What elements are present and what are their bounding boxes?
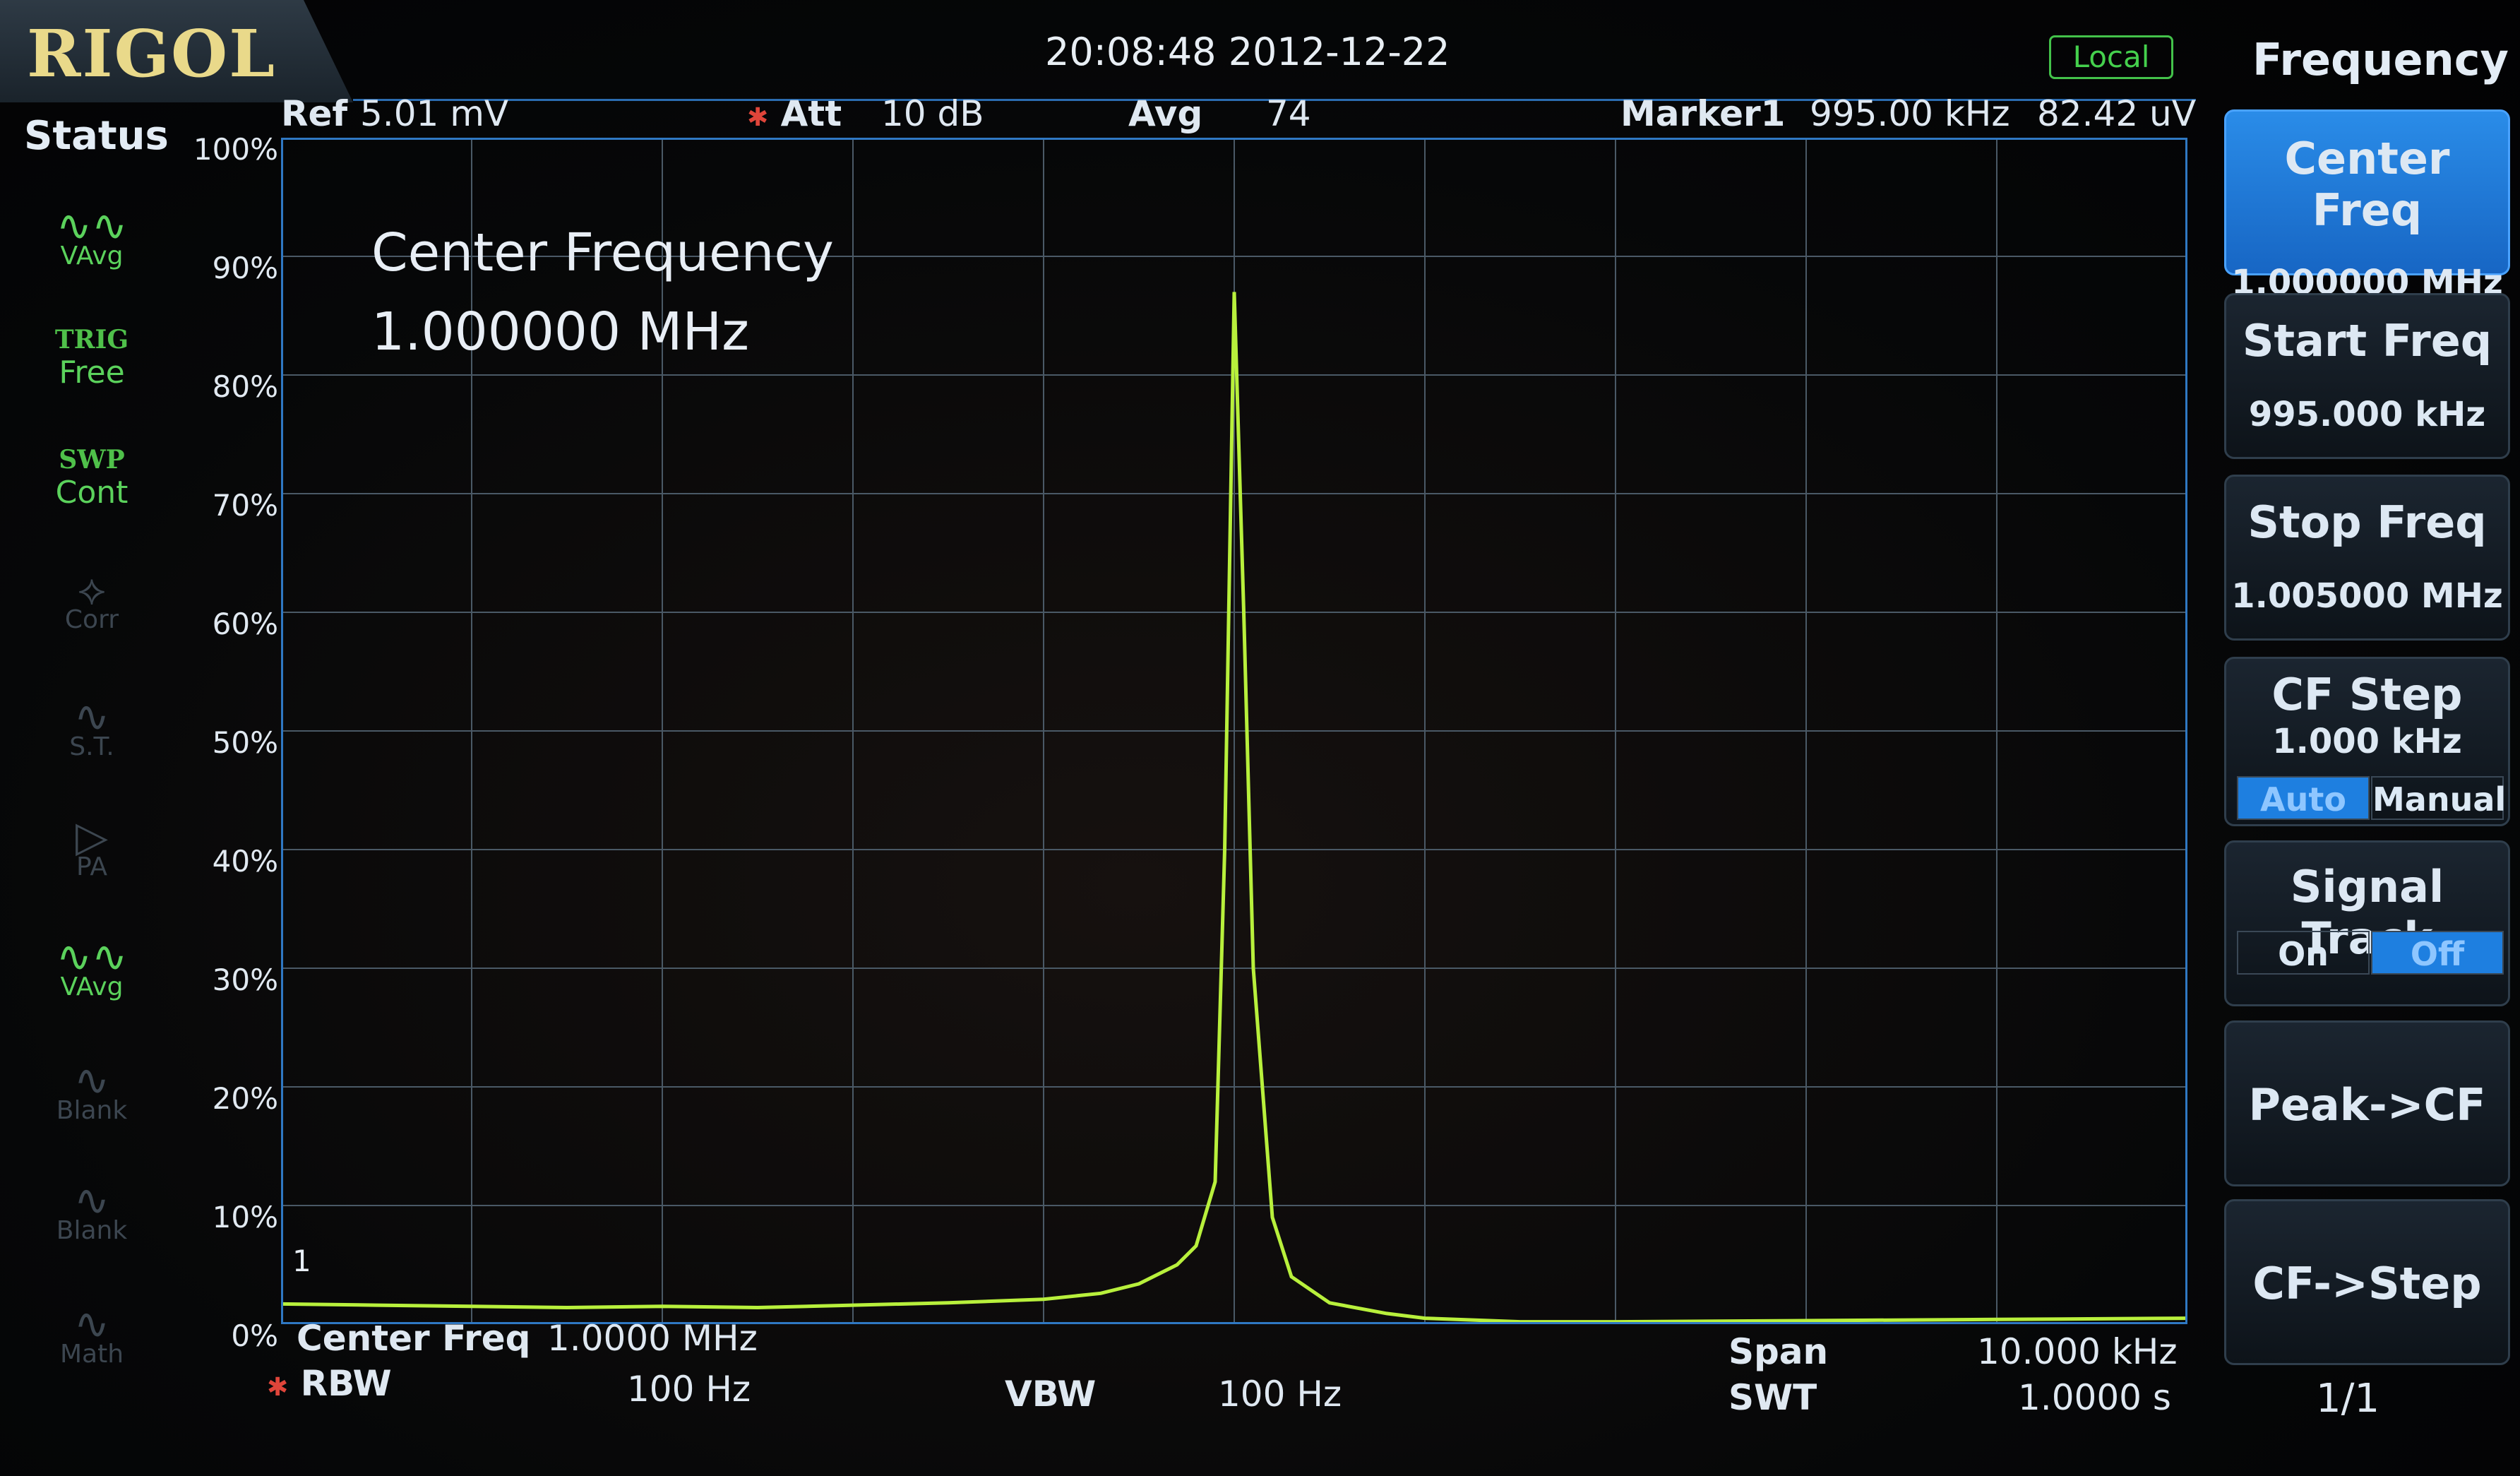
y-tick-label: 100%	[193, 132, 278, 167]
y-tick-label: 60%	[212, 607, 278, 641]
y-tick-label: 90%	[212, 251, 278, 285]
swt-label: SWT	[1728, 1377, 1817, 1418]
local-mode-badge: Local	[2049, 35, 2173, 79]
status-trig: TRIG Free	[54, 325, 129, 391]
softkey-menu: Frequency Center Freq 1.000000 MHz Start…	[2210, 0, 2520, 1476]
y-tick-label: 0%	[231, 1319, 278, 1353]
status-math: ∿ Math	[28, 1296, 155, 1369]
status-blank-1: ∿ Blank	[28, 1052, 155, 1125]
center-freq-button[interactable]: Center Freq 1.000000 MHz	[2224, 109, 2510, 302]
att-value: 10 dB	[881, 93, 984, 134]
span-value: 10.000 kHz	[1977, 1331, 2178, 1372]
datetime-display: 20:08:48 2012-12-22	[1045, 30, 1450, 74]
spectrum-plot: 1 Center Frequency 1.000000 MHz	[280, 138, 2188, 1324]
swt-value: 1.0000 s	[2018, 1377, 2171, 1418]
status-title: Status	[24, 113, 169, 159]
y-tick-label: 80%	[212, 369, 278, 404]
span-label: Span	[1728, 1331, 1829, 1372]
rbw-label: RBW	[300, 1363, 392, 1404]
rbw-value: 100 Hz	[627, 1369, 751, 1410]
status-corr: ⟡ Corr	[28, 561, 155, 634]
peak-to-cf-button[interactable]: Peak->CF	[2224, 1020, 2510, 1186]
marker-label: Marker1	[1620, 93, 1786, 134]
status-blank-2: ∿ Blank	[28, 1172, 155, 1245]
cf-step-button[interactable]: CF Step 1.000 kHz Auto Manual	[2224, 657, 2510, 826]
status-pa: ▷ PA	[28, 809, 155, 881]
status-sweep: SWP Cont	[55, 445, 129, 511]
signal-track-off-option[interactable]: Off	[2371, 931, 2504, 975]
status-panel: Status ∿∿ VAvg TRIG Free SWP Cont ⟡ Corr…	[0, 102, 177, 1423]
y-tick-label: 50%	[212, 725, 278, 760]
rbw-manual-star-icon: ✱	[267, 1373, 289, 1402]
marker-amplitude: 82.42 uV	[2037, 93, 2196, 134]
status-vavg: ∿∿ VAvg	[28, 198, 155, 270]
y-tick-label: 10%	[212, 1200, 278, 1234]
y-tick-label: 30%	[212, 963, 278, 997]
center-freq-value: 1.0000 MHz	[547, 1318, 758, 1359]
cf-step-manual-option[interactable]: Manual	[2371, 776, 2506, 820]
vbw-value: 100 Hz	[1218, 1374, 1342, 1415]
status-st: ∿ S.T.	[28, 689, 155, 761]
att-manual-star-icon: ✱	[747, 103, 769, 132]
menu-title: Frequency	[2252, 34, 2509, 85]
ref-value: 5.01 mV	[360, 93, 509, 134]
cf-to-step-button[interactable]: CF->Step	[2224, 1199, 2510, 1365]
signal-track-button[interactable]: Signal Track On Off	[2224, 840, 2510, 1006]
overlay-title: Center Frequency	[371, 222, 834, 283]
center-freq-label: Center Freq	[297, 1318, 531, 1359]
start-freq-button[interactable]: Start Freq 995.000 kHz	[2224, 293, 2510, 459]
signal-track-on-option[interactable]: On	[2237, 931, 2370, 975]
menu-page-indicator: 1/1	[2316, 1376, 2380, 1422]
cf-step-toggle: Auto Manual	[2237, 776, 2506, 820]
status-vavg-2: ∿∿ VAvg	[28, 929, 155, 1001]
y-tick-label: 70%	[212, 488, 278, 523]
y-tick-label: 40%	[212, 844, 278, 879]
signal-track-toggle: On Off	[2237, 931, 2504, 975]
att-label: Att	[780, 93, 842, 134]
rbw-label-wrap: ✱ RBW	[267, 1363, 392, 1404]
ref-label: Ref	[281, 93, 348, 134]
spectrum-analyzer-screen: RIGOL 20:08:48 2012-12-22 Local Ref 5.01…	[0, 0, 2520, 1476]
marker-frequency: 995.00 kHz	[1810, 93, 2010, 134]
vbw-label: VBW	[1005, 1374, 1097, 1415]
att-label-wrap: ✱ Att	[747, 93, 842, 134]
stop-freq-button[interactable]: Stop Freq 1.005000 MHz	[2224, 475, 2510, 641]
avg-label: Avg	[1128, 93, 1203, 134]
overlay-value: 1.000000 MHz	[371, 302, 749, 362]
y-tick-label: 20%	[212, 1081, 278, 1116]
brand-logo: RIGOL	[27, 16, 276, 92]
cf-step-auto-option[interactable]: Auto	[2237, 776, 2370, 820]
avg-value: 74	[1266, 93, 1311, 134]
